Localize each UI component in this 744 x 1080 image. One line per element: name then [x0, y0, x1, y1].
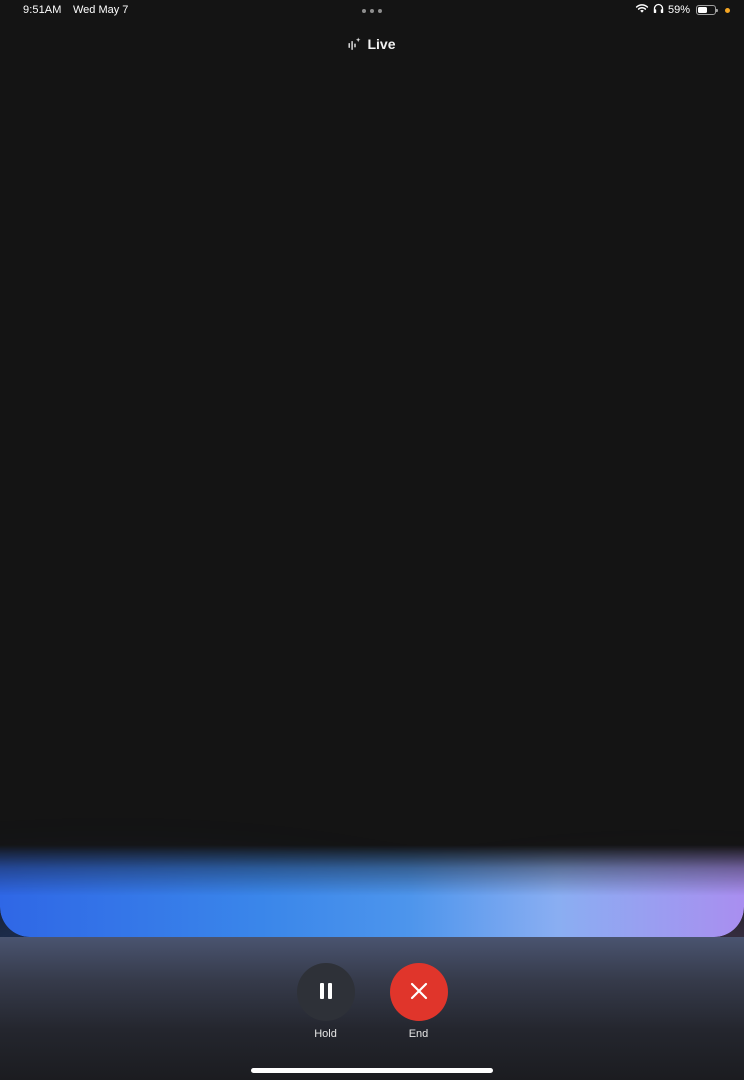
status-date: Wed May 7 [73, 4, 129, 16]
close-icon [410, 982, 428, 1003]
hold-label: Hold [314, 1028, 337, 1040]
live-title-text: Live [367, 36, 396, 52]
battery-percentage: 59% [667, 4, 690, 16]
status-time: 9:51AM [23, 4, 62, 16]
end-control: End [389, 963, 448, 1040]
hold-button[interactable] [296, 963, 355, 1021]
end-button[interactable] [389, 963, 448, 1021]
privacy-indicator-dot [725, 7, 730, 13]
wifi-icon [635, 3, 649, 17]
status-bar: 9:51AM Wed May 7 59% [0, 0, 744, 22]
live-session-screen: 9:51AM Wed May 7 59% Live Hold End [0, 0, 744, 1080]
multitasking-menu-icon[interactable] [362, 8, 382, 13]
home-indicator[interactable] [251, 1068, 493, 1073]
pause-icon [318, 982, 334, 1003]
end-label: End [408, 1028, 429, 1040]
hold-control: Hold [296, 963, 355, 1040]
call-controls: Hold End [0, 963, 744, 1040]
status-indicators: 59% [635, 3, 730, 17]
voice-glow-band [0, 845, 744, 937]
live-title: Live [0, 36, 744, 52]
battery-icon [696, 5, 718, 15]
live-sparkle-icon [348, 37, 361, 51]
headphones-icon [653, 3, 664, 17]
